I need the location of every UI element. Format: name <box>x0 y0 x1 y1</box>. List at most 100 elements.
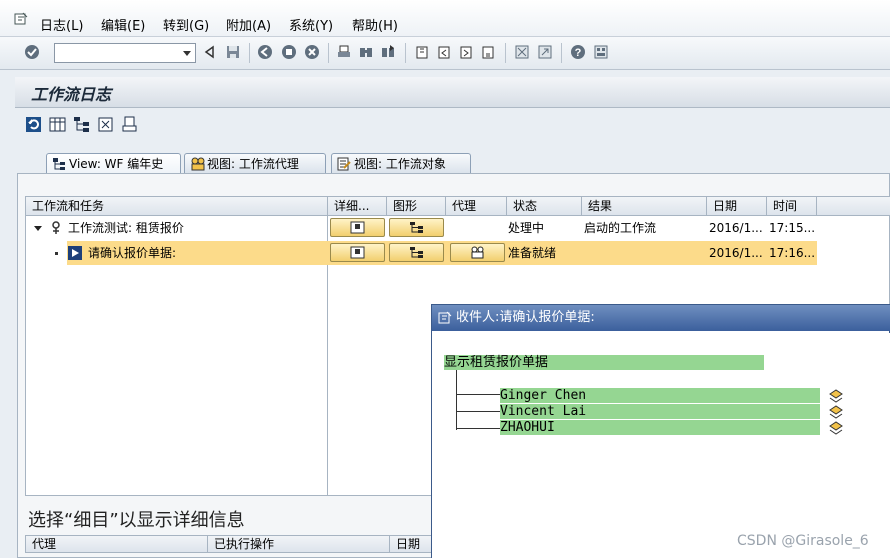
help-icon[interactable]: ? <box>570 44 586 60</box>
column-header[interactable]: 代理 <box>446 197 507 215</box>
result-cell: 启动的工作流 <box>584 221 657 235</box>
column-header[interactable]: 图形 <box>387 197 446 215</box>
graphic-button[interactable] <box>389 243 444 262</box>
detail-hint: 选择“细目”以显示详细信息 <box>28 510 245 531</box>
column-header[interactable]: 结果 <box>582 197 707 215</box>
filter-icon[interactable] <box>97 116 114 133</box>
menu-log[interactable]: 日志(L) <box>40 15 83 34</box>
menu-edit[interactable]: 编辑(E) <box>101 15 145 34</box>
tree-line <box>456 428 500 429</box>
command-field[interactable] <box>54 43 196 63</box>
save-icon[interactable] <box>225 44 241 60</box>
recipient-tree: 显示租赁报价单据 Ginger Chen Vincent Lai ZHAOHUI <box>432 333 890 558</box>
table-row[interactable]: 请确认报价单据: 准备就绪 2016/1... 17:16... <box>26 241 890 265</box>
date-cell: 2016/1... <box>709 221 763 235</box>
chevron-down-icon[interactable] <box>179 44 195 62</box>
layout-icon[interactable] <box>593 44 609 60</box>
hierarchy-icon <box>410 247 423 258</box>
menu-extras[interactable]: 附加(A) <box>226 15 271 34</box>
separator <box>561 43 562 63</box>
find-icon[interactable] <box>358 44 374 60</box>
standard-toolbar: ? <box>0 37 890 70</box>
table-icon[interactable] <box>49 116 66 133</box>
watermark: CSDN @Girasole_6 <box>737 533 869 549</box>
next-page-icon[interactable] <box>458 44 474 60</box>
print-preview-icon[interactable] <box>121 116 138 133</box>
refresh-icon[interactable] <box>25 116 42 133</box>
recipients-dialog: 收件人:请确认报价单据: 显示租赁报价单据 Ginger Chen Vincen… <box>431 304 890 558</box>
edit-document-icon <box>337 157 351 171</box>
task-name: 工作流测试: 租赁报价 <box>68 221 184 235</box>
tab-workflow-agents[interactable]: 视图: 工作流代理 <box>184 153 326 173</box>
prev-page-icon[interactable] <box>436 44 452 60</box>
agent-icon <box>829 421 843 435</box>
graphic-button[interactable] <box>389 218 444 237</box>
detail-button[interactable] <box>330 243 385 262</box>
menu-help[interactable]: 帮助(H) <box>352 15 398 34</box>
recipient-item[interactable]: Vincent Lai <box>500 404 820 419</box>
tab-label: 视图: 工作流对象 <box>354 157 446 171</box>
task-icon <box>68 246 82 260</box>
column-header[interactable]: 详细... <box>328 197 387 215</box>
tree-root[interactable]: 显示租赁报价单据 <box>444 355 764 370</box>
tab-wf-chronicle[interactable]: View: WF 编年史 <box>46 153 181 174</box>
date-cell: 2016/1... <box>709 246 763 260</box>
agent-icon <box>829 389 843 403</box>
separator <box>405 43 406 63</box>
detail-button[interactable] <box>330 218 385 237</box>
hierarchy-icon[interactable] <box>73 116 90 133</box>
page-title: 工作流日志 <box>31 85 112 104</box>
time-cell: 17:16... <box>769 246 816 260</box>
tab-label: View: WF 编年史 <box>69 157 164 171</box>
separator <box>249 43 250 63</box>
dialog-menu-icon[interactable] <box>438 311 452 325</box>
print-icon[interactable] <box>336 44 352 60</box>
hierarchy-icon <box>53 158 65 170</box>
status-cell: 准备就绪 <box>508 246 557 260</box>
enter-icon[interactable] <box>24 44 40 60</box>
column-header[interactable]: 状态 <box>507 197 582 215</box>
first-page-icon[interactable] <box>414 44 430 60</box>
back-icon[interactable] <box>202 44 218 60</box>
column-header[interactable]: 日期 <box>390 536 434 553</box>
column-header[interactable]: 日期 <box>707 197 767 215</box>
cancel-icon[interactable] <box>304 44 320 60</box>
new-session-icon[interactable] <box>514 44 530 60</box>
column-header[interactable]: 已执行操作 <box>208 536 390 553</box>
back-nav-icon[interactable] <box>257 44 273 60</box>
detail-table-header: 代理 已执行操作 日期 <box>25 535 435 553</box>
exit-icon[interactable] <box>281 44 297 60</box>
last-page-icon[interactable] <box>480 44 496 60</box>
menu-system[interactable]: 系统(Y) <box>289 15 333 34</box>
agents-icon <box>471 246 484 259</box>
table-row[interactable]: 工作流测试: 租赁报价 处理中 启动的工作流 2016/1... 17:15..… <box>26 216 890 240</box>
find-next-icon[interactable] <box>380 44 396 60</box>
recipient-item[interactable]: Ginger Chen <box>500 388 820 403</box>
task-name: 请确认报价单据: <box>88 246 177 260</box>
separator <box>505 43 506 63</box>
recipient-item[interactable]: ZHAOHUI <box>500 420 820 435</box>
shortcut-icon[interactable] <box>537 44 553 60</box>
column-header[interactable]: 时间 <box>767 197 817 215</box>
tab-label: 视图: 工作流代理 <box>207 157 299 171</box>
detail-icon <box>350 221 365 234</box>
hierarchy-icon <box>410 222 423 233</box>
title-bar: 工作流日志 <box>15 77 890 108</box>
column-header[interactable]: 代理 <box>26 536 208 553</box>
status-cell: 处理中 <box>508 221 545 235</box>
dialog-title: 收件人:请确认报价单据: <box>456 310 595 325</box>
tree-bullet <box>55 252 58 255</box>
column-header[interactable]: 工作流和任务 <box>26 197 328 215</box>
tree-line <box>456 394 500 395</box>
menu-goto[interactable]: 转到(G) <box>163 15 209 34</box>
tab-workflow-objects[interactable]: 视图: 工作流对象 <box>331 153 471 173</box>
tree-line <box>456 370 457 430</box>
collapse-triangle-icon[interactable] <box>34 224 42 232</box>
agents-button[interactable] <box>450 243 505 262</box>
dialog-title-bar[interactable]: 收件人:请确认报价单据: <box>432 305 890 331</box>
svg-text:?: ? <box>575 47 582 59</box>
app-menu-icon[interactable] <box>14 12 28 26</box>
agent-icon <box>829 405 843 419</box>
workflow-icon <box>52 221 60 234</box>
agents-icon <box>191 157 205 171</box>
